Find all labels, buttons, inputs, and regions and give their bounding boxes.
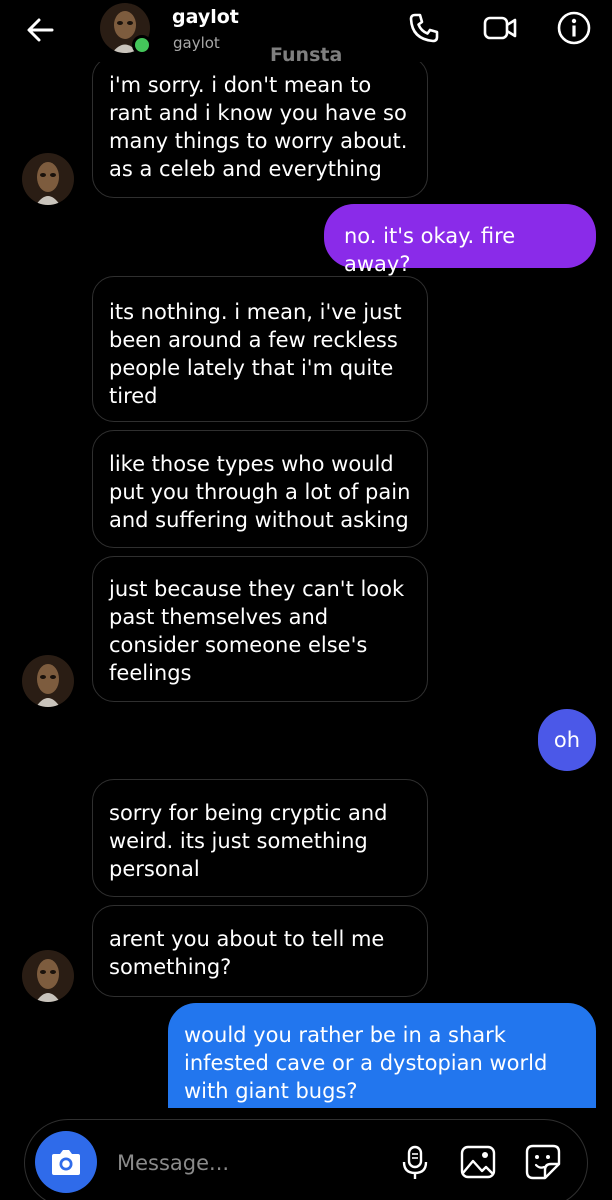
chat-header: gaylot gaylot Funsta (0, 0, 612, 70)
contact-avatar[interactable] (22, 950, 74, 1002)
video-icon[interactable] (482, 10, 518, 46)
contact-avatar[interactable] (22, 153, 74, 205)
message-bubble-incoming[interactable]: just because they can't look past themse… (92, 556, 428, 702)
message-bubble-incoming[interactable]: arent you about to tell me something? (92, 905, 428, 997)
contact-handle: gaylot (173, 34, 220, 52)
message-input[interactable] (115, 1144, 379, 1182)
dm-thread-screen: i'm sorry. i don't mean to rant and i kn… (0, 0, 612, 1200)
chat-label: Funsta (270, 44, 343, 66)
sticker-icon[interactable] (523, 1142, 563, 1182)
online-status-dot (132, 35, 152, 55)
gallery-icon[interactable] (458, 1142, 498, 1182)
phone-icon[interactable] (406, 10, 442, 46)
message-bubble-outgoing[interactable]: would you rather be in a shark infested … (168, 1003, 596, 1108)
info-icon[interactable] (556, 10, 592, 46)
camera-button[interactable] (35, 1131, 97, 1193)
message-bubble-outgoing[interactable]: no. it's okay. fire away? (324, 204, 596, 276)
message-bubble-incoming[interactable]: its nothing. i mean, i've just been arou… (92, 276, 428, 422)
camera-icon (52, 1150, 80, 1175)
message-bubble-incoming[interactable]: sorry for being cryptic and weird. its j… (92, 779, 428, 897)
message-bubble-outgoing[interactable]: oh (538, 709, 596, 771)
contact-name[interactable]: gaylot (172, 6, 239, 28)
message-composer (24, 1119, 588, 1200)
message-list[interactable]: i'm sorry. i don't mean to rant and i kn… (0, 0, 612, 1108)
microphone-icon[interactable] (395, 1142, 435, 1182)
back-arrow-icon[interactable] (22, 12, 58, 48)
message-bubble-incoming[interactable]: i'm sorry. i don't mean to rant and i kn… (92, 56, 428, 198)
contact-avatar[interactable] (22, 655, 74, 707)
message-bubble-incoming[interactable]: like those types who would put you throu… (92, 430, 428, 548)
